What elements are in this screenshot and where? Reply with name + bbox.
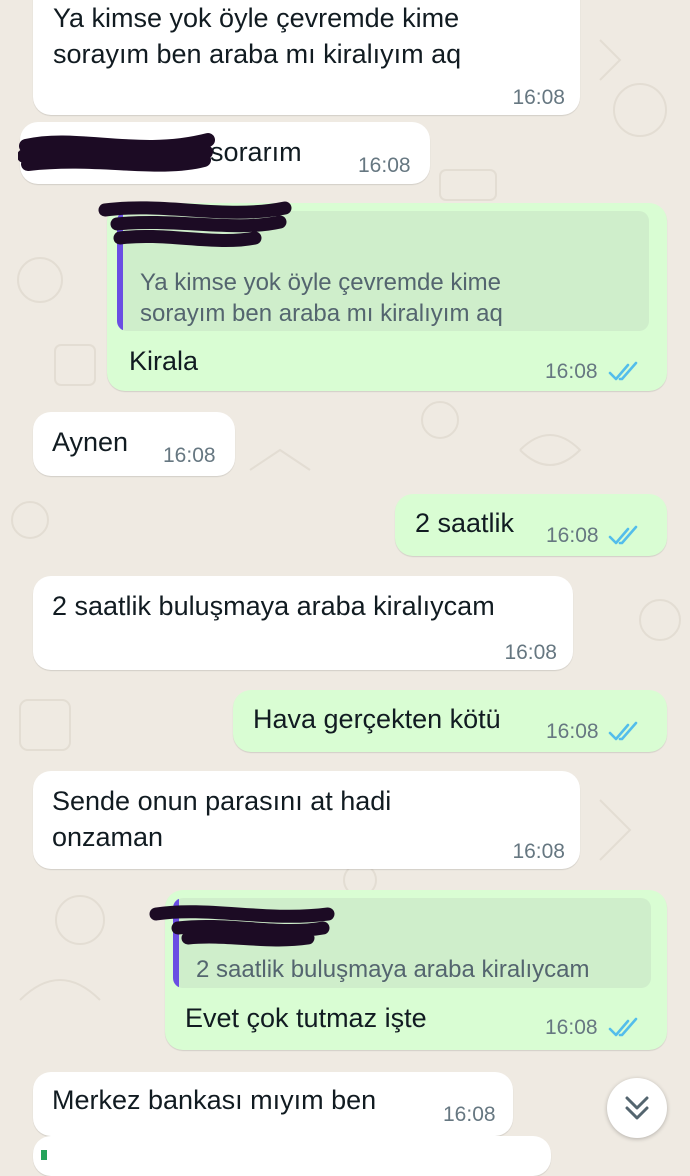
double-check-icon bbox=[608, 721, 638, 741]
message-time: 16:08 bbox=[546, 524, 599, 547]
quoted-text: 2 saatlik buluşmaya araba kiralıycam bbox=[196, 956, 590, 983]
redaction-scribble bbox=[98, 201, 292, 248]
message-text: Sende onun parasını at hadi onzaman bbox=[52, 786, 392, 852]
message-time: 16:08 bbox=[545, 360, 598, 383]
double-check-icon bbox=[608, 525, 638, 545]
message-time: 16:08 bbox=[443, 1103, 496, 1126]
message-outgoing[interactable]: 2 saatlik 16:08 bbox=[395, 494, 667, 556]
redaction-scribble bbox=[18, 133, 215, 172]
message-time: 16:08 bbox=[163, 444, 216, 467]
redaction-scribble bbox=[149, 905, 335, 947]
message-time: 16:08 bbox=[545, 1016, 598, 1039]
message-text: Hava gerçekten kötü bbox=[253, 704, 501, 734]
message-incoming-partial[interactable] bbox=[33, 1136, 551, 1176]
message-incoming[interactable]: Merkez bankası mıyım ben 16:08 bbox=[33, 1072, 513, 1136]
message-text: Merkez bankası mıyım ben bbox=[52, 1085, 377, 1115]
message-text: Evet çok tutmaz işte bbox=[185, 1003, 427, 1033]
quoted-text: Ya kimse yok öyle çevremde kime sorayım … bbox=[140, 269, 503, 327]
message-incoming[interactable]: Ya kimse yok öyle çevremde kime sorayım … bbox=[33, 0, 580, 115]
double-check-icon bbox=[608, 361, 638, 381]
message-time: 16:08 bbox=[512, 840, 565, 863]
message-text: Aynen bbox=[52, 427, 129, 457]
double-chevron-down-icon bbox=[625, 1096, 649, 1120]
message-outgoing[interactable]: Hava gerçekten kötü 16:08 bbox=[233, 690, 667, 752]
double-check-icon bbox=[608, 1017, 638, 1037]
scroll-down-button[interactable] bbox=[607, 1078, 667, 1138]
message-text: Ya kimse yok öyle çevremde kime sorayım … bbox=[53, 3, 462, 69]
message-time: 16:08 bbox=[358, 154, 411, 177]
message-incoming[interactable]: Sende onun parasını at hadi onzaman 16:0… bbox=[33, 771, 580, 869]
message-time: 16:08 bbox=[546, 720, 599, 743]
message-time: 16:08 bbox=[504, 641, 557, 664]
message-incoming[interactable]: Aynen 16:08 bbox=[33, 412, 235, 476]
message-text: 2 saatlik buluşmaya araba kiralıycam bbox=[52, 591, 495, 621]
message-text: 2 saatlik bbox=[415, 508, 515, 538]
message-time: 16:08 bbox=[512, 86, 565, 109]
quote-accent-bar bbox=[41, 1150, 47, 1160]
message-text: Kirala bbox=[129, 346, 199, 376]
message-incoming[interactable]: 2 saatlik buluşmaya araba kiralıycam 16:… bbox=[33, 576, 573, 670]
